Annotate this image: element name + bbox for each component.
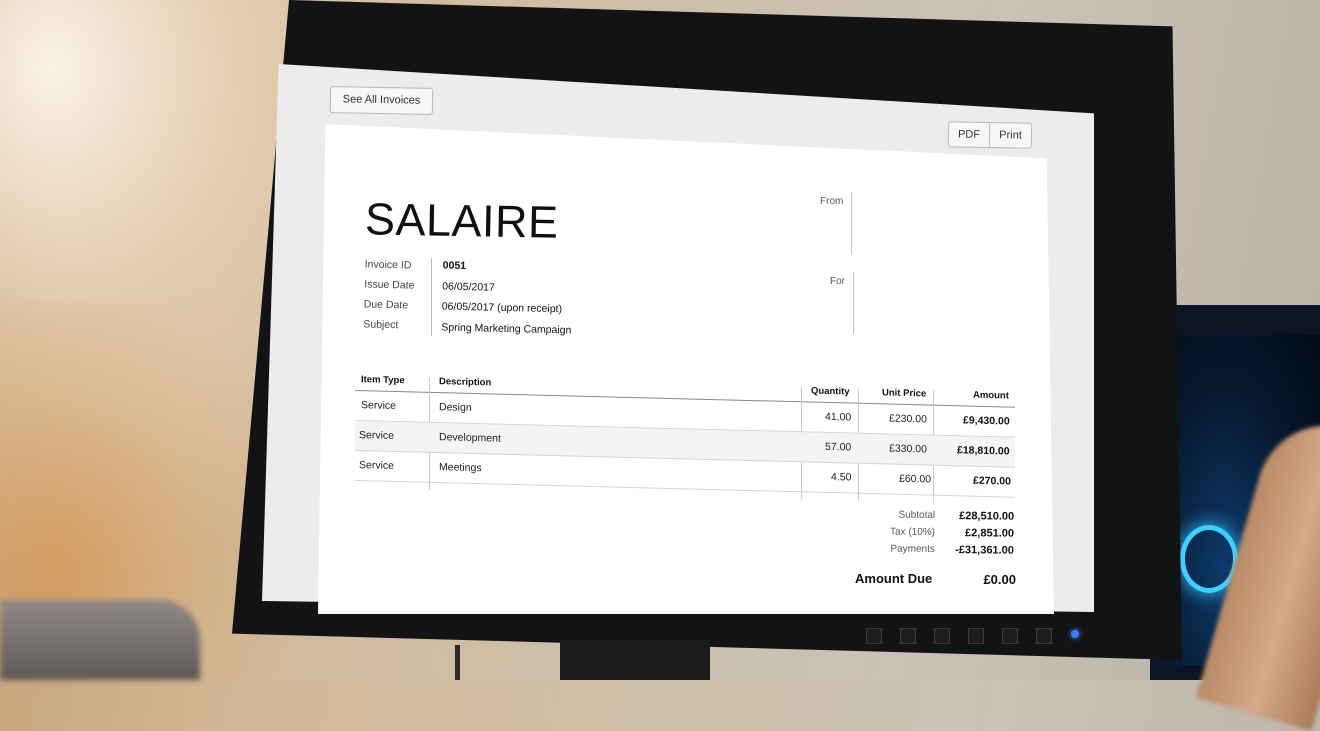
unit-price-cell: £230.00 [889,412,927,426]
invoice-title: SALAIRE [364,193,560,248]
subtotal-value: £28,510.00 [959,510,1015,523]
subtotal-row: Subtotal £28,510.00 [860,509,1020,527]
item-type-cell: Service [359,459,395,472]
monitor-cable [455,645,460,680]
invoice-meta-labels: Invoice ID Issue Date Due Date Subject [363,254,415,335]
invoice-id-value: 0051 [442,259,467,273]
quantity-cell: 57.00 [825,440,852,454]
invoice-id-label: Invoice ID [364,258,412,272]
monitor-stand [560,640,710,680]
subject-label: Subject [363,318,399,332]
due-date-value: 06/05/2017 (upon receipt) [441,300,563,316]
description-cell: Meetings [439,461,482,475]
amount-due-label: Amount Due [855,571,933,586]
subject-value: Spring Marketing Campaign [441,321,572,336]
payments-value: -£31,361.00 [955,544,1014,557]
due-date-label: Due Date [363,298,409,312]
monitor-control-button[interactable] [900,628,916,644]
quantity-cell: 4.50 [831,471,852,484]
monitor-control-button[interactable] [1036,628,1052,644]
monitor-control-button[interactable] [866,628,882,644]
description-cell: Design [439,401,472,414]
payments-label: Payments [890,543,935,555]
description-header: Description [439,376,492,389]
subtotal-label: Subtotal [898,509,936,521]
monitor-control-button[interactable] [934,628,950,644]
unit-price-header: Unit Price [882,387,927,400]
export-button-group: PDF Print [947,121,1033,149]
meta-divider [431,258,432,336]
tax-label: Tax (10%) [889,526,936,538]
for-label: For [830,276,845,287]
print-button[interactable]: Print [990,123,1031,148]
monitor-control-button[interactable] [1002,628,1018,644]
unit-price-cell: £60.00 [899,472,932,486]
amount-due-row: Amount Due £0.00 [855,571,1020,593]
amount-due-value: £0.00 [983,572,1016,587]
amount-cell: £18,810.00 [957,444,1010,458]
monitor-bezel-controls [866,628,1086,644]
see-all-invoices-button[interactable]: See All Invoices [329,86,434,115]
monitor-control-button[interactable] [968,628,984,644]
item-type-cell: Service [361,399,397,413]
item-type-cell: Service [359,429,395,442]
from-label: From [820,196,844,207]
quantity-header: Quantity [811,385,850,398]
unit-price-cell: £330.00 [889,442,927,456]
tax-row: Tax (10%) £2,851.00 [860,526,1020,544]
amount-header: Amount [973,389,1009,402]
invoice-meta-values: 0051 06/05/2017 06/05/2017 (upon receipt… [441,256,573,341]
pdf-button[interactable]: PDF [948,122,991,147]
totals-block: Subtotal £28,510.00 Tax (10%) £2,851.00 … [860,509,1020,561]
for-divider [853,272,854,334]
issue-date-label: Issue Date [364,278,415,292]
amount-cell: £270.00 [973,474,1011,488]
from-divider [851,192,852,254]
description-cell: Development [439,431,501,445]
item-type-header: Item Type [361,374,405,387]
tax-value: £2,851.00 [965,527,1015,540]
power-indicator-icon [1071,630,1079,638]
line-items-table: Item Type Description Quantity Unit Pric… [355,372,1015,514]
amount-cell: £9,430.00 [963,414,1010,428]
foreground-object [0,600,200,680]
issue-date-value: 06/05/2017 [442,280,495,294]
payments-row: Payments -£31,361.00 [860,543,1020,561]
quantity-cell: 41.00 [825,410,852,424]
